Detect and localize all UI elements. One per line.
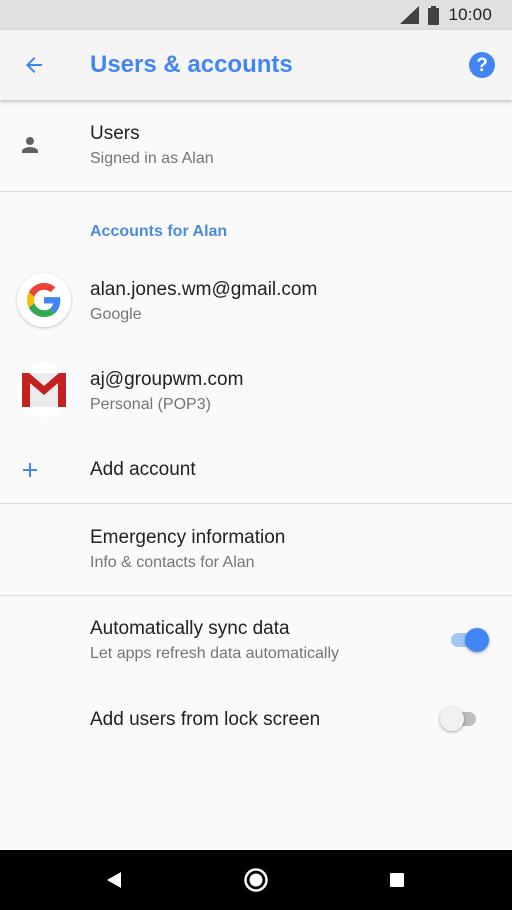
overview-square-icon: [390, 873, 404, 887]
back-triangle-icon: [107, 872, 121, 888]
google-g-logo: [17, 273, 71, 327]
app-bar: Users & accounts ?: [0, 30, 512, 100]
users-subtitle: Signed in as Alan: [90, 150, 214, 167]
toggle-knob: [440, 707, 464, 731]
battery-icon: [428, 5, 440, 25]
plus-icon: [23, 463, 37, 477]
users-row[interactable]: Users Signed in as Alan: [0, 100, 512, 191]
account-title: alan.jones.wm@gmail.com: [90, 279, 318, 300]
status-time: 10:00: [448, 5, 492, 24]
auto-sync-toggle[interactable]: [449, 627, 489, 653]
toggle-knob: [465, 628, 489, 652]
account-subtitle: Personal (POP3): [90, 396, 211, 413]
account-item-pop3[interactable]: aj@groupwm.com Personal (POP3): [0, 347, 512, 437]
help-icon: ?: [476, 54, 488, 76]
settings-screen: 10:00 Users & accounts ? Users Signed in…: [0, 0, 512, 910]
emergency-title: Emergency information: [90, 527, 286, 548]
emergency-subtitle: Info & contacts for Alan: [90, 554, 255, 571]
lock-screen-users-toggle[interactable]: [440, 706, 480, 732]
nav-home-button[interactable]: [240, 864, 272, 896]
emergency-information-row[interactable]: Emergency information Info & contacts fo…: [0, 504, 512, 595]
nav-overview-button[interactable]: [381, 864, 413, 896]
page-title: Users & accounts: [90, 51, 293, 78]
account-item-google[interactable]: alan.jones.wm@gmail.com Google: [0, 256, 512, 346]
lock-screen-users-row[interactable]: Add users from lock screen: [0, 686, 512, 752]
home-circle-icon: [244, 868, 268, 892]
help-button[interactable]: ?: [469, 52, 495, 78]
arrow-back-icon: [26, 57, 42, 73]
lock-screen-users-title: Add users from lock screen: [90, 709, 321, 730]
auto-sync-title: Automatically sync data: [90, 618, 290, 639]
status-bar: 10:00: [0, 0, 512, 30]
gmail-logo: [17, 363, 71, 417]
nav-back-button[interactable]: [98, 864, 130, 896]
navigation-bar: [0, 850, 512, 910]
person-icon: [22, 137, 38, 153]
account-title: aj@groupwm.com: [90, 369, 244, 390]
accounts-section-header: Accounts for Alan: [90, 223, 228, 240]
status-icons: 10:00: [400, 0, 492, 30]
back-button[interactable]: [14, 45, 54, 85]
auto-sync-row[interactable]: Automatically sync data Let apps refresh…: [0, 596, 512, 686]
add-account-row[interactable]: Add account: [0, 437, 512, 503]
auto-sync-subtitle: Let apps refresh data automatically: [90, 645, 340, 662]
users-title: Users: [90, 123, 140, 144]
add-account-label: Add account: [90, 459, 196, 480]
cell-signal-icon: [400, 6, 420, 24]
divider: [0, 191, 512, 192]
account-subtitle: Google: [90, 306, 142, 323]
